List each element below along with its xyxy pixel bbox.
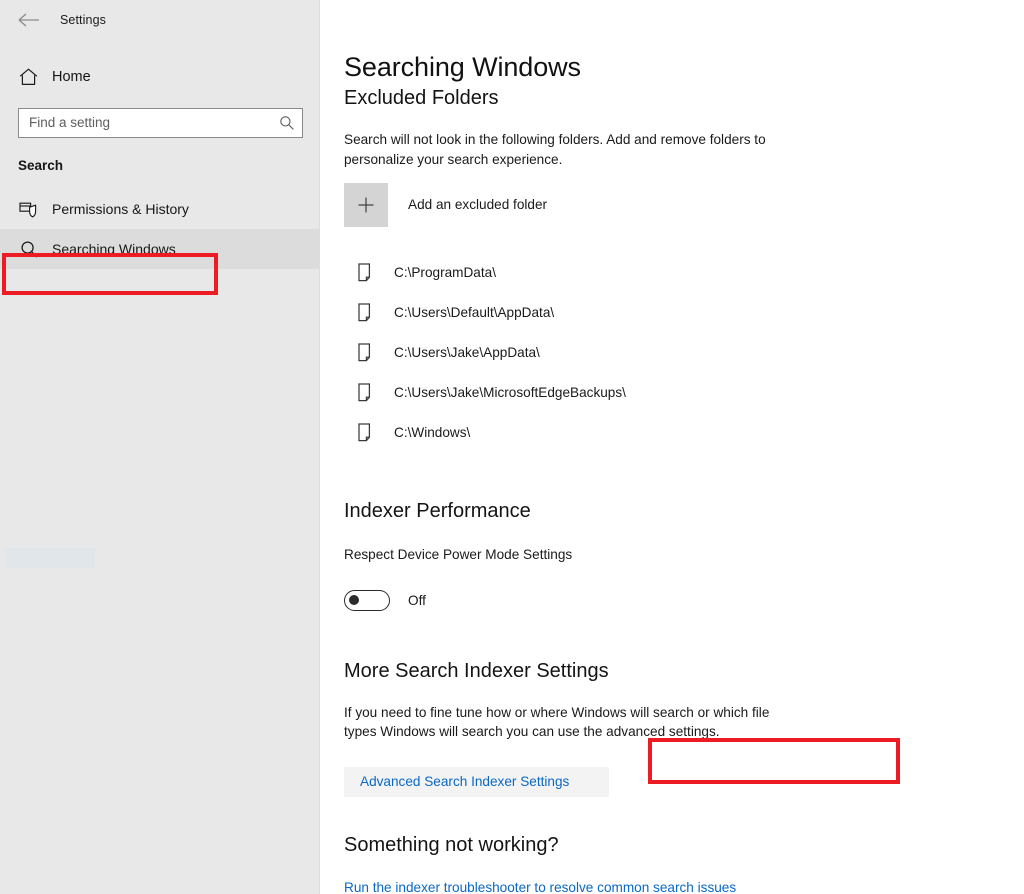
respect-power-mode-label: Respect Device Power Mode Settings (344, 547, 1024, 562)
main-content: Searching Windows Excluded Folders Searc… (320, 0, 1024, 894)
advanced-search-indexer-settings-link[interactable]: Advanced Search Indexer Settings (360, 774, 569, 789)
settings-window: Settings Home Search (0, 0, 1024, 894)
toggle-switch[interactable] (344, 590, 390, 611)
add-excluded-folder-button[interactable]: Add an excluded folder (344, 183, 1024, 227)
section-title-excluded-folders: Excluded Folders (344, 86, 1024, 110)
folder-icon (354, 421, 376, 445)
folder-icon (354, 301, 376, 325)
home-icon (18, 67, 38, 87)
toggle-state-label: Off (408, 593, 426, 608)
something-not-working-section: Something not working? Run the indexer t… (344, 833, 1024, 894)
list-item[interactable]: C:\ProgramData\ (344, 253, 1024, 293)
folder-path: C:\Users\Jake\AppData\ (394, 345, 540, 360)
sidebar-item-label: Permissions & History (52, 201, 189, 217)
toggle-knob (349, 595, 359, 605)
folder-path: C:\ProgramData\ (394, 265, 496, 280)
indexer-performance-section: Indexer Performance Respect Device Power… (344, 499, 1024, 611)
search-icon[interactable] (278, 114, 296, 132)
more-search-indexer-settings-section: More Search Indexer Settings If you need… (344, 659, 1024, 798)
sidebar-item-label: Searching Windows (52, 241, 176, 257)
search-input[interactable] (29, 110, 278, 136)
folder-icon (354, 341, 376, 365)
title-bar: Settings (0, 0, 319, 40)
folder-path: C:\Users\Jake\MicrosoftEdgeBackups\ (394, 385, 626, 400)
sidebar: Settings Home Search (0, 0, 320, 894)
more-settings-description: If you need to fine tune how or where Wi… (344, 703, 794, 742)
sidebar-group-label: Search (18, 158, 319, 173)
folder-path: C:\Users\Default\AppData\ (394, 305, 554, 320)
home-label: Home (52, 69, 91, 85)
hover-ghost-artifact (5, 548, 95, 568)
sidebar-item-home[interactable]: Home (0, 60, 319, 94)
folder-icon (354, 261, 376, 285)
add-excluded-folder-label: Add an excluded folder (408, 197, 547, 212)
list-item[interactable]: C:\Windows\ (344, 413, 1024, 453)
list-item[interactable]: C:\Users\Jake\MicrosoftEdgeBackups\ (344, 373, 1024, 413)
back-button[interactable] (16, 7, 42, 33)
plus-icon (344, 183, 388, 227)
page-title: Searching Windows (344, 52, 1024, 82)
search-box[interactable] (18, 108, 303, 138)
back-arrow-icon (18, 13, 40, 27)
sidebar-nav: Permissions & History Searching Windows (0, 189, 319, 269)
magnifier-icon (18, 238, 40, 260)
advanced-search-indexer-settings-container[interactable]: Advanced Search Indexer Settings (344, 767, 609, 797)
folder-icon (354, 381, 376, 405)
section-title-indexer-performance: Indexer Performance (344, 499, 1024, 523)
list-item[interactable]: C:\Users\Default\AppData\ (344, 293, 1024, 333)
respect-power-mode-toggle-row[interactable]: Off (344, 590, 1024, 611)
excluded-folders-list: C:\ProgramData\ C:\Users\Default\AppData… (344, 253, 1024, 453)
permissions-shield-icon (18, 198, 40, 220)
sidebar-item-permissions-history[interactable]: Permissions & History (0, 189, 319, 229)
list-item[interactable]: C:\Users\Jake\AppData\ (344, 333, 1024, 373)
folder-path: C:\Windows\ (394, 425, 470, 440)
app-title: Settings (60, 13, 106, 27)
excluded-folders-description: Search will not look in the following fo… (344, 130, 794, 169)
section-title-more-indexer-settings: More Search Indexer Settings (344, 659, 1024, 683)
section-title-something-not-working: Something not working? (344, 833, 1024, 857)
sidebar-item-searching-windows[interactable]: Searching Windows (0, 229, 319, 269)
indexer-troubleshooter-link[interactable]: Run the indexer troubleshooter to resolv… (344, 880, 736, 894)
